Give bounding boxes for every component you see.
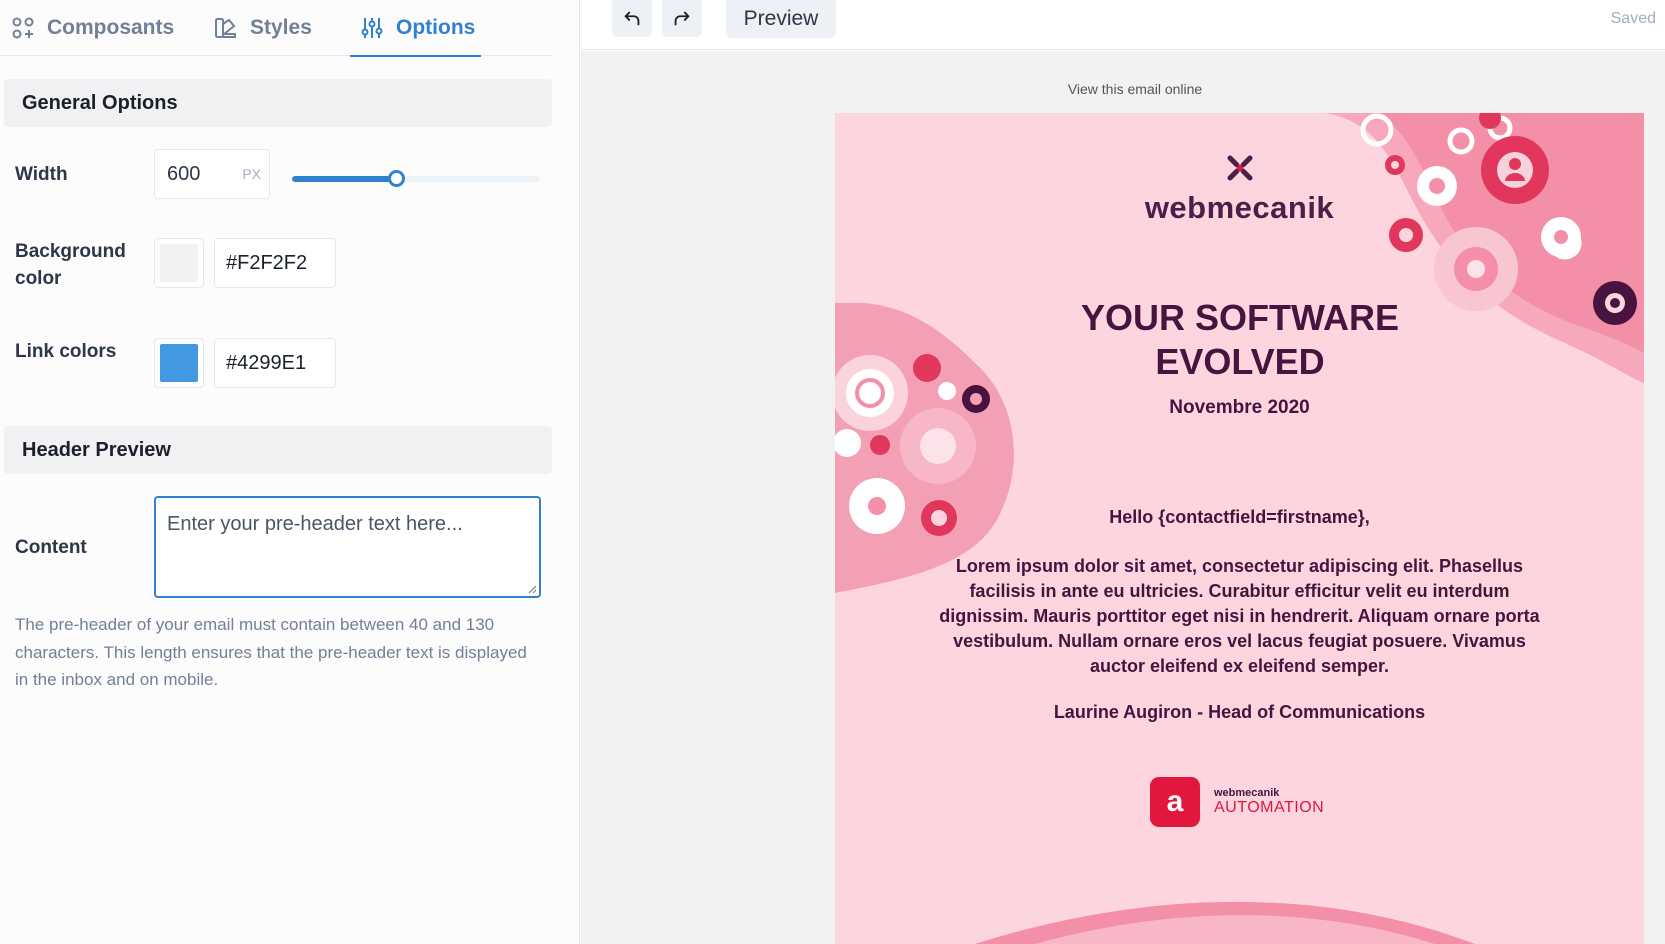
width-unit: PX: [242, 166, 261, 182]
email-headline: YOUR SOFTWARE EVOLVED: [1080, 297, 1399, 382]
view-online-link[interactable]: View this email online: [835, 81, 1435, 97]
email-signature: Laurine Augiron - Head of Communications: [1053, 702, 1426, 722]
redo-icon: [674, 11, 690, 25]
automation-badge-icon: a: [1150, 777, 1200, 827]
link-color-swatch[interactable]: [154, 338, 204, 388]
background-color-label: Background color: [15, 241, 126, 289]
general-options-header: General Options: [4, 79, 552, 127]
undo-button[interactable]: [612, 0, 652, 37]
link-color-input[interactable]: #4299E1: [214, 338, 336, 388]
tab-composants[interactable]: Composants: [11, 0, 174, 56]
footer-product: AUTOMATION: [1214, 799, 1325, 816]
components-icon: [12, 17, 34, 39]
editor-toolbar: Preview Saved: [581, 0, 1665, 50]
preview-button[interactable]: Preview: [726, 0, 836, 38]
header-preview-header: Header Preview: [4, 426, 552, 474]
preheader-placeholder: Enter your pre-header text here...: [167, 513, 463, 535]
footer-logo-text: webmecanik AUTOMATION: [1214, 787, 1324, 817]
tab-composants-label: Composants: [47, 16, 175, 39]
preheader-textarea[interactable]: Enter your pre-header text here...: [154, 496, 541, 598]
email-greeting: Hello {contactfield=firstname},: [1109, 507, 1370, 527]
email-preview[interactable]: webmecanik YOUR SOFTWARE EVOLVED Novembr…: [835, 113, 1644, 944]
width-input[interactable]: 600 PX: [154, 149, 270, 199]
tab-options-label: Options: [396, 16, 476, 39]
link-colors-label: Link colors: [15, 341, 117, 362]
width-label: Width: [15, 164, 68, 185]
options-panel: Composants Styles Options General Option…: [0, 0, 580, 944]
tab-styles-label: Styles: [250, 16, 312, 39]
width-value: 600: [167, 162, 201, 185]
width-slider-fill: [292, 176, 397, 182]
redo-button[interactable]: [662, 0, 702, 37]
brand-name: webmecanik: [1144, 190, 1335, 225]
panel-tabs: Composants Styles Options: [0, 0, 552, 57]
tab-styles[interactable]: Styles: [214, 0, 312, 56]
resize-grip-icon[interactable]: [527, 584, 537, 594]
wave-decoration: [975, 901, 1475, 944]
undo-icon: [624, 11, 640, 25]
sliders-icon: [361, 18, 383, 38]
content-label: Content: [15, 537, 87, 558]
brand-logo: webmecanik: [835, 151, 1644, 226]
email-date: Novembre 2020: [1169, 397, 1310, 418]
link-color-swatch-fill: [160, 344, 198, 382]
save-status: Saved: [1610, 10, 1656, 27]
preheader-helper-text: The pre-header of your email must contai…: [15, 615, 527, 689]
background-color-swatch[interactable]: [154, 238, 204, 288]
brand-mark-icon: [1227, 155, 1252, 181]
background-color-input[interactable]: #F2F2F2: [214, 238, 336, 288]
width-slider-thumb[interactable]: [388, 170, 406, 187]
footer-logo: a webmecanik AUTOMATION: [1150, 777, 1324, 827]
background-color-swatch-fill: [160, 244, 198, 282]
email-body: Lorem ipsum dolor sit amet, consectetur …: [939, 556, 1540, 676]
footer-brand: webmecanik: [1214, 787, 1280, 799]
styles-icon: [215, 18, 236, 38]
width-slider[interactable]: [292, 170, 540, 187]
tab-options[interactable]: Options: [349, 0, 482, 57]
